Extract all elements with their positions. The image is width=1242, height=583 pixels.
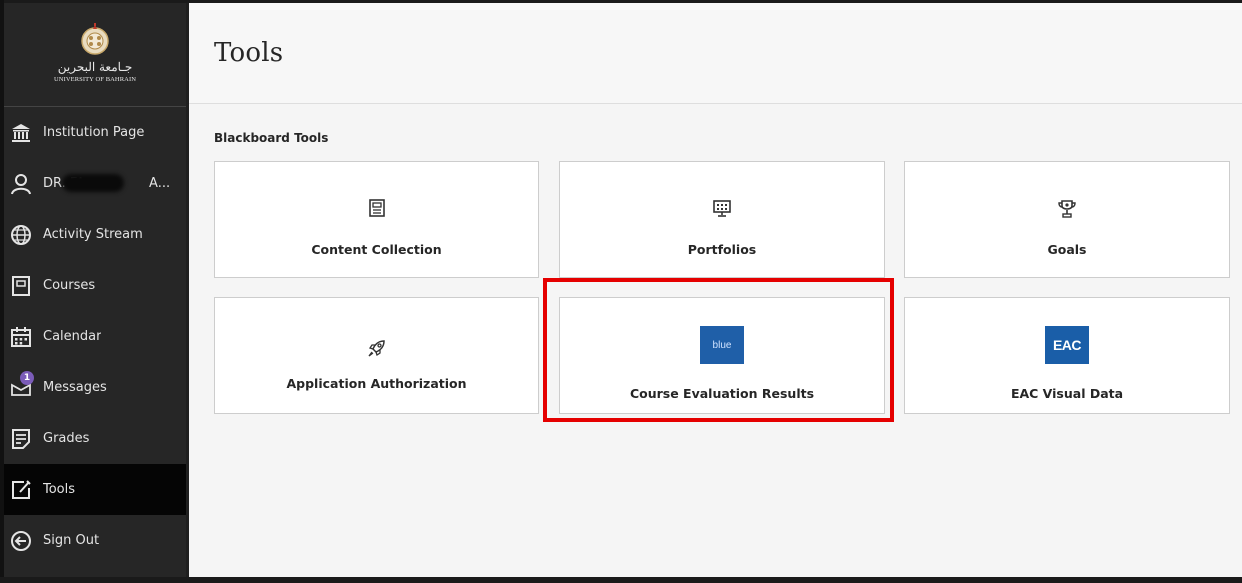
logo-english-text: UNIVERSITY OF BAHRAIN <box>53 76 137 83</box>
eac-logo: EAC <box>1045 326 1089 364</box>
tile-content-collection[interactable]: Content Collection <box>214 161 539 278</box>
person-icon <box>10 173 32 195</box>
logo-arabic-text: جـامعة البحرين <box>57 60 133 74</box>
tools-icon <box>10 479 32 501</box>
sidebar-item-messages[interactable]: 1 Messages <box>4 362 186 413</box>
sidebar-item-label: Calendar <box>43 329 102 344</box>
tile-label: Content Collection <box>311 242 442 257</box>
page-header: Tools <box>189 3 1242 104</box>
messages-icon: 1 <box>10 370 34 399</box>
university-crest-icon <box>81 23 109 55</box>
sidebar-item-grades[interactable]: Grades <box>4 413 186 464</box>
sidebar-item-label: Grades <box>43 431 90 446</box>
blue-logo: blue <box>700 326 744 364</box>
tile-course-evaluation-results[interactable]: blue Course Evaluation Results <box>559 297 885 414</box>
main-content: Tools Blackboard Tools Content Collectio… <box>189 3 1242 577</box>
calendar-icon <box>10 326 32 348</box>
trophy-icon <box>1057 199 1077 219</box>
page-title: Tools <box>214 38 284 68</box>
sidebar: جـامعة البحرين UNIVERSITY OF BAHRAIN Ins… <box>4 3 186 577</box>
institution-icon <box>10 122 32 144</box>
university-logo[interactable]: جـامعة البحرين UNIVERSITY OF BAHRAIN <box>4 3 186 106</box>
sidebar-item-courses[interactable]: Courses <box>4 260 186 311</box>
window-bottom-border <box>0 577 1242 583</box>
eac-logo-icon: EAC <box>1045 326 1089 364</box>
grades-icon <box>10 428 32 450</box>
portfolios-icon <box>712 199 732 217</box>
tile-label: EAC Visual Data <box>1010 386 1124 401</box>
tile-eac-visual-data[interactable]: EAC EAC Visual Data <box>904 297 1230 414</box>
sidebar-item-label: Sign Out <box>43 533 100 548</box>
sidebar-item-label: Courses <box>43 278 96 293</box>
sidebar-item-calendar[interactable]: Calendar <box>4 311 186 362</box>
sidebar-item-label: Institution Page <box>43 125 145 140</box>
unread-badge: 1 <box>20 370 34 385</box>
sidebar-item-label: Activity Stream <box>43 227 143 242</box>
tile-label: Application Authorization <box>286 376 467 391</box>
content-collection-icon <box>368 199 386 217</box>
sign-out-icon <box>10 530 32 552</box>
sidebar-item-sign-out[interactable]: Sign Out <box>4 515 186 566</box>
section-title: Blackboard Tools <box>214 131 329 145</box>
tile-label: Portfolios <box>687 242 757 257</box>
sidebar-item-label: Messages <box>43 380 107 395</box>
tile-application-authorization[interactable]: Application Authorization <box>214 297 539 414</box>
sidebar-item-label: Tools <box>43 482 76 497</box>
rocket-icon <box>367 338 387 358</box>
blue-logo-icon: blue <box>700 326 744 364</box>
courses-icon <box>10 275 32 297</box>
tile-label: Goals <box>1047 242 1087 257</box>
sidebar-item-activity-stream[interactable]: Activity Stream <box>4 209 186 260</box>
redaction-mark <box>62 174 124 192</box>
tile-goals[interactable]: Goals <box>904 161 1230 278</box>
tile-label: Course Evaluation Results <box>629 386 815 401</box>
sidebar-item-tools[interactable]: Tools <box>4 464 186 515</box>
globe-icon <box>10 224 32 246</box>
tile-portfolios[interactable]: Portfolios <box>559 161 885 278</box>
sidebar-nav: Institution Page DR. FAA... Activity Str… <box>4 107 186 566</box>
sidebar-item-institution-page[interactable]: Institution Page <box>4 107 186 158</box>
sidebar-item-profile[interactable]: DR. FAA... <box>4 158 186 209</box>
